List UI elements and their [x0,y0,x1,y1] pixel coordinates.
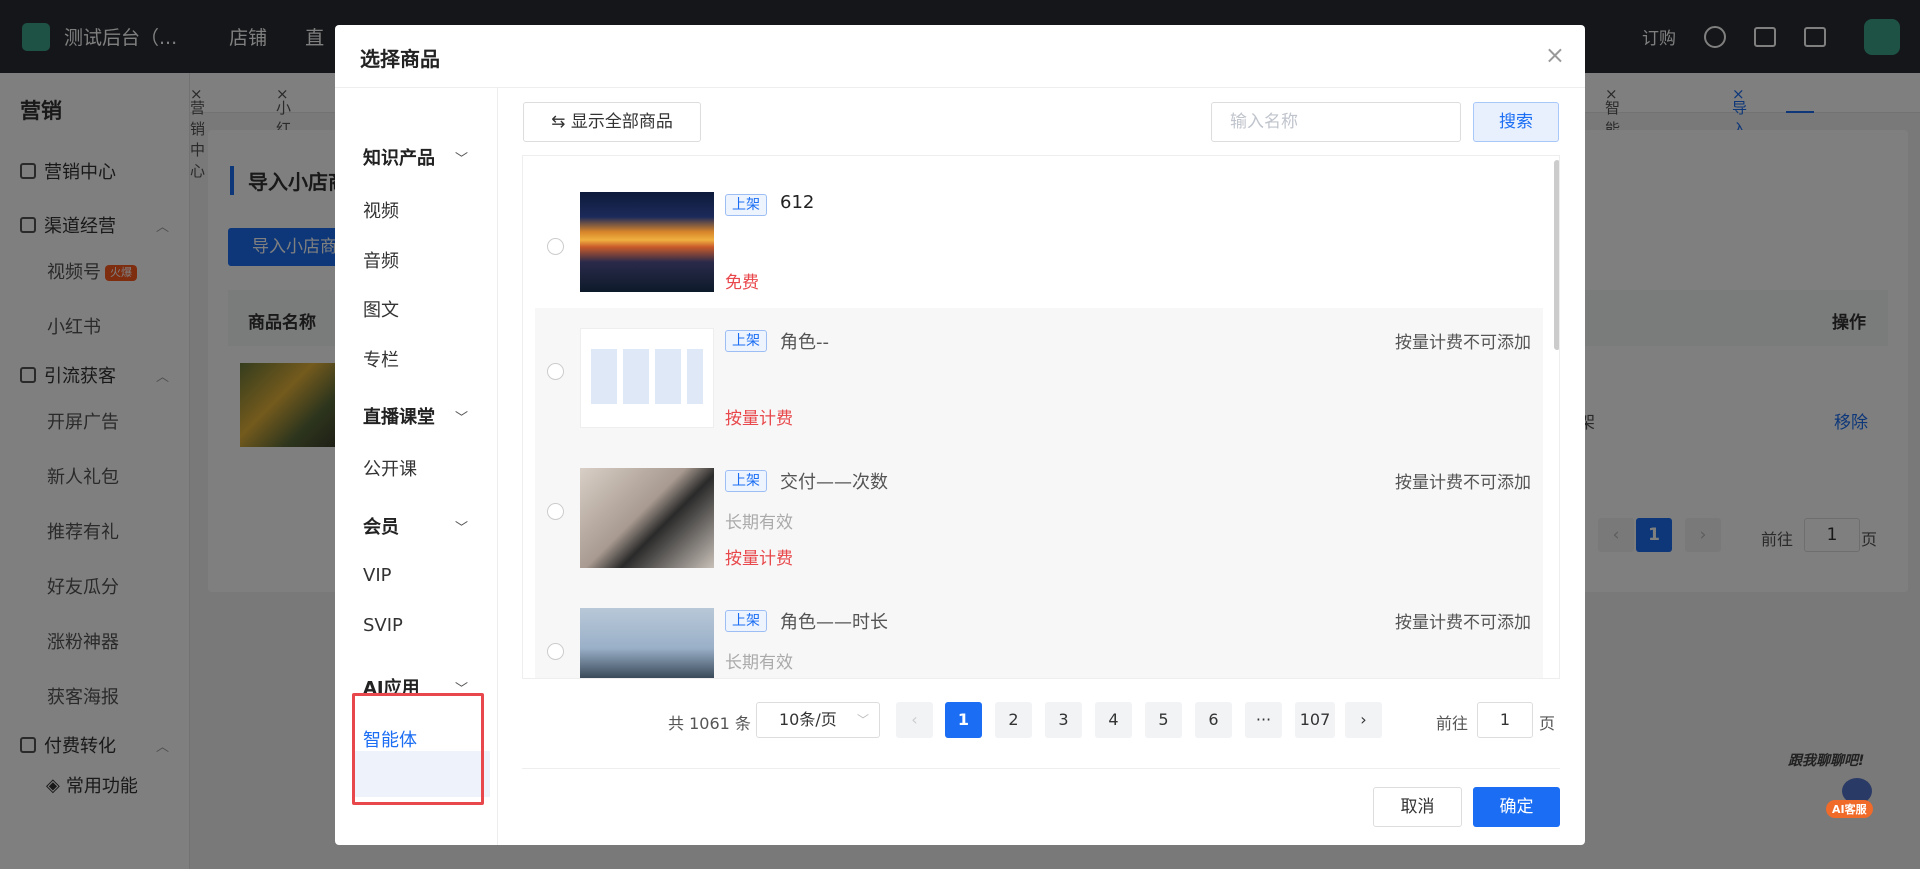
category-item-article[interactable]: 图文 [363,296,399,322]
product-thumbnail [580,328,714,428]
product-note: 按量计费不可添加 [1395,613,1531,633]
next-page-button[interactable]: › [1345,702,1382,738]
page-unit: 页 [1539,714,1556,733]
page-button[interactable]: 2 [995,702,1032,738]
category-panel: 知识产品 ﹀ 视频 音频 图文 专栏 直播课堂 ﹀ 公开课 会员 ﹀ VIP S… [335,88,498,845]
radio[interactable] [547,238,564,255]
radio[interactable] [547,363,564,380]
page-button[interactable]: 5 [1145,702,1182,738]
category-group-live[interactable]: 直播课堂 [363,403,435,429]
chevron-down-icon[interactable]: ﹀ [455,517,468,536]
confirm-button[interactable]: 确定 [1473,787,1560,827]
product-name: 交付——次数 [780,472,888,493]
status-badge: 上架 [725,470,767,492]
divider [335,87,1585,88]
product-thumbnail [580,192,714,292]
list-item[interactable]: 上架 角色——时长 按量计费不可添加 长期有效 [535,588,1543,678]
page-size-select[interactable]: 10条/页 ﹀ [756,702,880,738]
search-button[interactable]: 搜索 [1473,102,1559,142]
product-validity: 长期有效 [725,653,793,673]
page-button[interactable]: 1 [945,702,982,738]
product-price: 按量计费 [725,549,793,569]
radio[interactable] [547,503,564,520]
chevron-down-icon[interactable]: ﹀ [455,407,468,426]
product-name: 角色-- [780,332,829,353]
list-item[interactable]: 上架 交付——次数 按量计费不可添加 长期有效 按量计费 [535,448,1543,588]
cancel-button[interactable]: 取消 [1373,787,1462,827]
prev-page-button[interactable]: ‹ [896,702,933,738]
category-item-video[interactable]: 视频 [363,197,399,223]
list-item[interactable]: 上架 角色-- 按量计费不可添加 按量计费 [535,308,1543,448]
page-button[interactable]: 3 [1045,702,1082,738]
product-validity: 长期有效 [725,513,793,533]
chevron-down-icon: ﹀ [856,713,869,727]
goto-input[interactable]: 1 [1477,702,1533,738]
close-icon[interactable]: × [1545,41,1565,69]
category-item-vip[interactable]: VIP [363,565,391,586]
page-button[interactable]: 4 [1095,702,1132,738]
divider [522,768,1560,769]
show-all-button[interactable]: ⇆ 显示全部商品 [523,102,701,142]
product-note: 按量计费不可添加 [1395,333,1531,353]
highlight-box [352,693,484,805]
search-input[interactable] [1211,102,1461,142]
select-product-modal: 选择商品 × 知识产品 ﹀ 视频 音频 图文 专栏 直播课堂 ﹀ 公开课 会员 … [335,25,1585,845]
product-thumbnail [580,608,714,678]
status-badge: 上架 [725,330,767,352]
total-count: 共 1061 条 [668,714,751,733]
ai-service-label: AI客服 [1826,800,1873,818]
status-badge: 上架 [725,610,767,632]
product-name: 角色——时长 [780,612,888,633]
pagination: 共 1061 条 10条/页 ﹀ ‹ 1 2 3 4 5 6 ··· 107 › … [523,700,1563,740]
category-item-open-class[interactable]: 公开课 [363,455,417,481]
chevron-down-icon[interactable]: ﹀ [455,148,468,167]
category-item-audio[interactable]: 音频 [363,247,399,273]
goto-label: 前往 [1436,714,1469,733]
scrollbar[interactable] [1554,160,1559,350]
page-ellipsis[interactable]: ··· [1245,702,1282,738]
product-price: 按量计费 [725,409,793,429]
ai-hint-text: 跟我聊聊吧! [1788,753,1865,769]
category-group-knowledge[interactable]: 知识产品 [363,144,435,170]
product-name: 612 [780,192,815,213]
product-note: 按量计费不可添加 [1395,473,1531,493]
page-button[interactable]: 6 [1195,702,1232,738]
category-group-member[interactable]: 会员 [363,513,399,539]
status-badge: 上架 [725,194,767,216]
radio[interactable] [547,643,564,660]
page-button[interactable]: 107 [1295,702,1335,738]
product-list: 上架 612 免费 上架 角色-- 按量计费不可添加 按量计费 上架 交付——次… [522,155,1560,679]
product-price: 免费 [725,273,759,293]
ai-service-button[interactable]: AI客服 [1826,778,1886,818]
product-thumbnail [580,468,714,568]
category-item-svip[interactable]: SVIP [363,615,403,636]
category-item-column[interactable]: 专栏 [363,346,399,372]
modal-title: 选择商品 [360,47,440,71]
